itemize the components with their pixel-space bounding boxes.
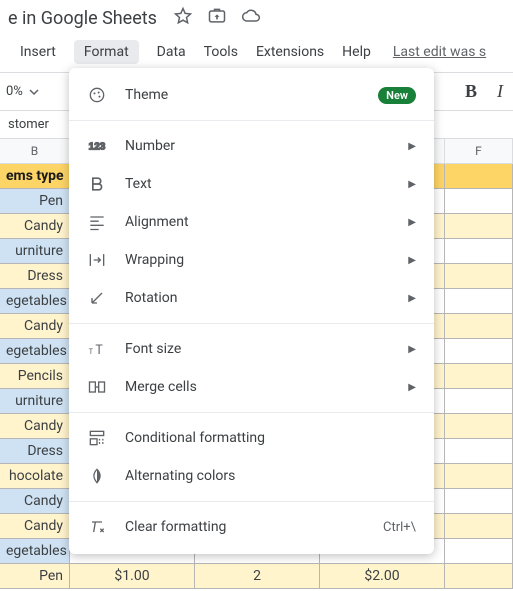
cell[interactable]: urniture	[0, 239, 70, 264]
star-icon[interactable]	[173, 6, 193, 30]
cell[interactable]: hocolate	[0, 464, 70, 489]
number-icon: 123	[87, 136, 107, 156]
cell[interactable]: 2	[195, 564, 320, 589]
cell[interactable]	[445, 239, 513, 264]
cell[interactable]: $2.00	[320, 564, 445, 589]
menu-number[interactable]: 123 Number ▶	[69, 127, 434, 165]
cell[interactable]	[445, 339, 513, 364]
menu-rotation[interactable]: Rotation ▶	[69, 279, 434, 317]
svg-text:T: T	[95, 343, 103, 358]
last-edit-link[interactable]: Last edit was s	[393, 44, 486, 60]
cell[interactable]: Pen	[0, 189, 70, 214]
cell[interactable]: Dress	[0, 439, 70, 464]
cell[interactable]	[445, 539, 513, 564]
table-row[interactable]: Pen$1.002$2.00	[0, 564, 513, 589]
chevron-right-icon: ▶	[408, 344, 416, 355]
chevron-right-icon: ▶	[408, 382, 416, 393]
merge-icon	[87, 377, 107, 397]
cell[interactable]: $1.00	[70, 564, 195, 589]
theme-icon	[87, 85, 107, 105]
menu-text[interactable]: Text ▶	[69, 165, 434, 203]
clear-formatting-icon	[87, 517, 107, 537]
col-header-b[interactable]: B	[0, 139, 70, 164]
cell[interactable]: Pen	[0, 564, 70, 589]
menu-extensions[interactable]: Extensions	[256, 44, 324, 60]
font-size-icon: TT	[87, 339, 107, 359]
cloud-status-icon[interactable]	[241, 6, 261, 30]
cell[interactable]	[445, 164, 513, 189]
italic-button[interactable]: I	[493, 81, 507, 102]
menu-help[interactable]: Help	[342, 44, 371, 60]
cell[interactable]	[445, 189, 513, 214]
chevron-right-icon: ▶	[408, 141, 416, 152]
chevron-right-icon: ▶	[408, 179, 416, 190]
cell[interactable]: Dress	[0, 264, 70, 289]
cell[interactable]: egetables	[0, 539, 70, 564]
svg-text:T: T	[89, 347, 94, 356]
menu-bar: Insert Format Data Tools Extensions Help…	[0, 34, 513, 72]
align-icon	[87, 212, 107, 232]
menu-format[interactable]: Format	[74, 40, 139, 64]
menu-clear-formatting[interactable]: Clear formatting Ctrl+\	[69, 508, 434, 546]
cell[interactable]	[445, 414, 513, 439]
menu-wrapping[interactable]: Wrapping ▶	[69, 241, 434, 279]
alternating-colors-icon	[87, 466, 107, 486]
cell[interactable]	[445, 564, 513, 589]
bold-button[interactable]: B	[459, 81, 483, 102]
menu-merge-cells[interactable]: Merge cells ▶	[69, 368, 434, 406]
bold-icon	[87, 174, 107, 194]
menu-conditional-formatting[interactable]: Conditional formatting	[69, 419, 434, 457]
chevron-right-icon: ▶	[408, 293, 416, 304]
cell[interactable]	[445, 364, 513, 389]
wrap-icon	[87, 250, 107, 270]
menu-alignment[interactable]: Alignment ▶	[69, 203, 434, 241]
col-header-f[interactable]: F	[445, 139, 513, 164]
rotation-icon	[87, 288, 107, 308]
zoom-selector[interactable]: 0%	[6, 84, 39, 99]
menu-data[interactable]: Data	[157, 44, 186, 60]
cell[interactable]	[445, 314, 513, 339]
cell[interactable]	[445, 389, 513, 414]
cell[interactable]	[445, 464, 513, 489]
cell[interactable]	[445, 214, 513, 239]
svg-text:123: 123	[89, 141, 106, 152]
menu-insert[interactable]: Insert	[20, 44, 56, 60]
cell[interactable]: Candy	[0, 414, 70, 439]
format-menu-dropdown: Theme New 123 Number ▶ Text ▶ Alignment …	[69, 68, 434, 554]
document-title-partial[interactable]: e in Google Sheets	[8, 8, 157, 29]
cell[interactable]: Candy	[0, 514, 70, 539]
menu-tools[interactable]: Tools	[204, 44, 238, 60]
cell[interactable]: egetables	[0, 339, 70, 364]
cell[interactable]: Candy	[0, 314, 70, 339]
cell[interactable]: Pencils	[0, 364, 70, 389]
cell[interactable]	[445, 489, 513, 514]
menu-font-size[interactable]: TT Font size ▶	[69, 330, 434, 368]
chevron-down-icon	[29, 87, 39, 97]
cell[interactable]: Candy	[0, 489, 70, 514]
menu-alternating-colors[interactable]: Alternating colors	[69, 457, 434, 495]
menu-theme[interactable]: Theme New	[69, 76, 434, 114]
move-icon[interactable]	[207, 6, 227, 30]
cell[interactable]: egetables	[0, 289, 70, 314]
cell[interactable]: ems type	[0, 164, 70, 189]
conditional-formatting-icon	[87, 428, 107, 448]
new-badge: New	[378, 87, 416, 104]
cell[interactable]	[445, 264, 513, 289]
chevron-right-icon: ▶	[408, 255, 416, 266]
zoom-value: 0%	[6, 84, 23, 99]
cell[interactable]	[445, 289, 513, 314]
cell[interactable]	[445, 514, 513, 539]
shortcut-label: Ctrl+\	[383, 520, 416, 535]
chevron-right-icon: ▶	[408, 217, 416, 228]
cell[interactable]: Candy	[0, 214, 70, 239]
cell[interactable]: urniture	[0, 389, 70, 414]
cell[interactable]	[445, 439, 513, 464]
